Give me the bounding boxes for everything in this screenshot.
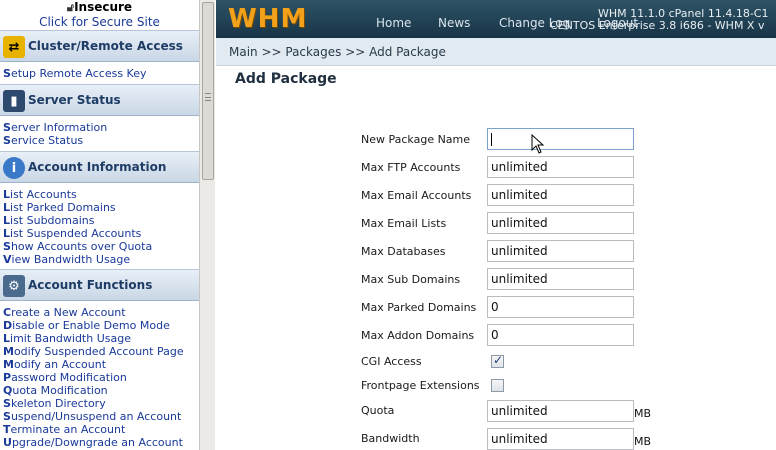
form-row: Max Email Lists unlimited (361, 212, 761, 236)
max-databases-input[interactable]: unlimited (487, 240, 634, 262)
form-row: CGI Access (361, 353, 761, 378)
whm-logo[interactable]: WHM (228, 4, 307, 34)
info-icon: i (3, 157, 25, 179)
field-label: Max Databases (361, 245, 446, 258)
sidebar-link-create-account[interactable]: Create a New Account (3, 306, 199, 319)
sidebar-link-modify-account[interactable]: Modify an Account (3, 358, 199, 371)
field-label: Bandwidth (361, 432, 420, 445)
sidebar-link-skeleton-directory[interactable]: Skeleton Directory (3, 397, 199, 410)
form-row: Quota unlimited MB (361, 400, 761, 424)
form-row: Frontpage Extensions (361, 378, 761, 402)
form-row: Max Databases unlimited (361, 240, 761, 264)
section-account-information[interactable]: i Account Information (0, 151, 199, 183)
sidebar-link-upgrade-downgrade[interactable]: Upgrade/Downgrade an Account (3, 436, 199, 449)
sidebar-link-limit-bandwidth[interactable]: Limit Bandwidth Usage (3, 332, 199, 345)
max-email-lists-input[interactable]: unlimited (487, 212, 634, 234)
sidebar-link-server-information[interactable]: Server Information (3, 121, 199, 134)
sidebar-link-suspend-unsuspend[interactable]: Suspend/Unsuspend an Account (3, 410, 199, 423)
field-label: Max Email Lists (361, 217, 447, 230)
field-label: Max Email Accounts (361, 189, 472, 202)
max-parked-domains-input[interactable]: 0 (487, 296, 634, 318)
form-row: Max Parked Domains 0 (361, 296, 761, 320)
form-row: Max Sub Domains unlimited (361, 268, 761, 292)
bandwidth-input[interactable]: unlimited (487, 428, 634, 450)
cluster-icon: ⇄ (3, 36, 25, 58)
max-ftp-accounts-input[interactable]: unlimited (487, 156, 634, 178)
form-row: Bandwidth unlimited MB (361, 428, 761, 450)
section-links: Create a New Account Disable or Enable D… (0, 301, 199, 450)
section-links: Server Information Service Status (0, 116, 199, 151)
sidebar-link-quota-modification[interactable]: Quota Modification (3, 384, 199, 397)
secure-status-label: Insecure (74, 0, 133, 14)
top-bar: WHM Home News Change Log Logout WHM 11.1… (216, 0, 776, 38)
form-row: Max FTP Accounts unlimited (361, 156, 761, 180)
field-label: Frontpage Extensions (361, 379, 480, 392)
sidebar-link-password-modification[interactable]: Password Modification (3, 371, 199, 384)
nav-home[interactable]: Home (376, 16, 411, 30)
package-name-input[interactable] (487, 128, 634, 150)
secure-status: 🔓︎Insecure (0, 0, 199, 15)
sidebar-link-list-accounts[interactable]: List Accounts (3, 188, 199, 201)
section-links: Setup Remote Access Key (0, 62, 199, 84)
field-label: Max Addon Domains (361, 329, 475, 342)
section-title: Account Functions (28, 278, 153, 292)
field-label: Max Sub Domains (361, 273, 461, 286)
sidebar-link-setup-remote-access-key[interactable]: Setup Remote Access Key (3, 67, 199, 80)
cgi-access-checkbox[interactable] (491, 353, 504, 368)
sidebar-link-list-suspended-accounts[interactable]: List Suspended Accounts (3, 227, 199, 240)
scrollbar-thumb[interactable] (202, 2, 214, 180)
sidebar-scrollbar[interactable] (199, 0, 215, 450)
section-account-functions[interactable]: ⚙ Account Functions (0, 269, 199, 301)
field-label: New Package Name (361, 133, 471, 146)
sidebar: 🔓︎Insecure Click for Secure Site ⇄ Clust… (0, 0, 199, 450)
section-links: List Accounts List Parked Domains List S… (0, 183, 199, 269)
field-label: CGI Access (361, 355, 422, 368)
breadcrumb: Main >> Packages >> Add Package (216, 38, 776, 66)
sidebar-link-demo-mode[interactable]: Disable or Enable Demo Mode (3, 319, 199, 332)
lock-icon: 🔓︎ (66, 1, 75, 14)
sidebar-link-list-parked-domains[interactable]: List Parked Domains (3, 201, 199, 214)
mouse-cursor-icon (531, 134, 545, 154)
page-title: Add Package (235, 71, 337, 87)
account-functions-icon: ⚙ (3, 275, 25, 297)
field-label: Max Parked Domains (361, 301, 477, 314)
unit-label: MB (634, 435, 652, 448)
max-addon-domains-input[interactable]: 0 (487, 324, 634, 346)
sidebar-link-list-subdomains[interactable]: List Subdomains (3, 214, 199, 227)
sidebar-link-show-accounts-over-quota[interactable]: Show Accounts over Quota (3, 240, 199, 253)
text-caret (491, 133, 492, 146)
secure-site-link[interactable]: Click for Secure Site (39, 15, 160, 29)
form-row: Max Email Accounts unlimited (361, 184, 761, 208)
max-email-accounts-input[interactable]: unlimited (487, 184, 634, 206)
max-sub-domains-input[interactable]: unlimited (487, 268, 634, 290)
server-status-icon: ▮ (3, 90, 25, 112)
section-cluster-remote-access[interactable]: ⇄ Cluster/Remote Access (0, 30, 199, 62)
secure-block: 🔓︎Insecure Click for Secure Site (0, 0, 199, 30)
grip-icon (205, 93, 211, 101)
form-row: New Package Name (361, 128, 761, 152)
section-title: Cluster/Remote Access (28, 39, 183, 53)
sidebar-link-service-status[interactable]: Service Status (3, 134, 199, 147)
field-label: Quota (361, 404, 395, 417)
unit-label: MB (634, 407, 652, 420)
nav-news[interactable]: News (438, 16, 470, 30)
quota-input[interactable]: unlimited (487, 400, 634, 422)
os-info: CENTOS Enterprise 3.8 i686 - WHM X v (550, 19, 765, 32)
sidebar-link-view-bandwidth-usage[interactable]: View Bandwidth Usage (3, 253, 199, 266)
section-title: Server Status (28, 93, 121, 107)
form-row: Max Addon Domains 0 (361, 324, 761, 348)
section-server-status[interactable]: ▮ Server Status (0, 84, 199, 116)
sidebar-link-modify-suspended-page[interactable]: Modify Suspended Account Page (3, 345, 199, 358)
field-label: Max FTP Accounts (361, 161, 461, 174)
sidebar-link-terminate-account[interactable]: Terminate an Account (3, 423, 199, 436)
frontpage-extensions-checkbox[interactable] (491, 379, 504, 392)
section-title: Account Information (28, 160, 167, 174)
